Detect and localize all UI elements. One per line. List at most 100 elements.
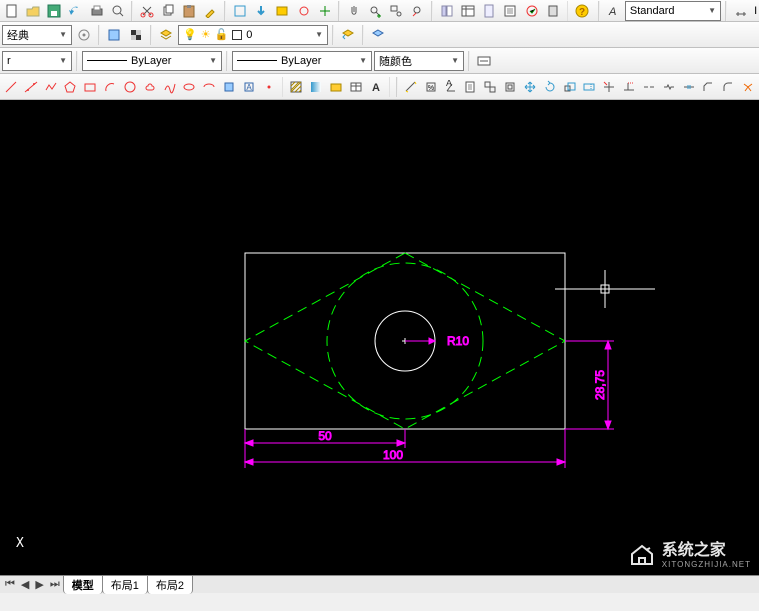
text-style-dropdown[interactable]: Standard ▼ bbox=[625, 1, 721, 21]
hatch-tool-icon[interactable] bbox=[287, 77, 305, 97]
mtext-tool-icon[interactable]: A bbox=[367, 77, 385, 97]
chevron-down-icon: ▼ bbox=[451, 56, 459, 65]
angle-tool-icon[interactable]: A bbox=[442, 77, 460, 97]
print-icon[interactable] bbox=[87, 1, 106, 21]
workspace3-icon[interactable] bbox=[126, 25, 146, 45]
scale-tool-icon[interactable] bbox=[561, 77, 579, 97]
stretch-tool-icon[interactable] bbox=[580, 77, 598, 97]
point-tool-icon[interactable] bbox=[260, 77, 278, 97]
massp-tool-icon[interactable] bbox=[501, 77, 519, 97]
arc-tool-icon[interactable] bbox=[101, 77, 119, 97]
xline-tool-icon[interactable] bbox=[22, 77, 40, 97]
revcloud-tool-icon[interactable] bbox=[141, 77, 159, 97]
linetype-mgr-icon[interactable] bbox=[474, 51, 494, 71]
color-value: r bbox=[7, 55, 11, 67]
match-prop-icon[interactable] bbox=[201, 1, 220, 21]
rectangle-tool-icon[interactable] bbox=[81, 77, 99, 97]
break-tool-icon[interactable] bbox=[640, 77, 658, 97]
move-tool-icon[interactable] bbox=[521, 77, 539, 97]
tool-c-icon[interactable] bbox=[315, 1, 334, 21]
undo-icon[interactable] bbox=[66, 1, 85, 21]
svg-text:A: A bbox=[446, 80, 452, 88]
design-center-icon[interactable] bbox=[458, 1, 477, 21]
insert-block-icon[interactable] bbox=[220, 77, 238, 97]
tab-first-icon[interactable]: ⏮ bbox=[2, 578, 18, 591]
join-tool-icon[interactable] bbox=[680, 77, 698, 97]
chevron-down-icon: ▼ bbox=[359, 56, 367, 65]
lineweight-dropdown[interactable]: ByLayer ▼ bbox=[232, 51, 372, 71]
save-icon[interactable] bbox=[44, 1, 63, 21]
svg-text:A: A bbox=[608, 6, 616, 18]
trim-tool-icon[interactable] bbox=[600, 77, 618, 97]
tab-layout1[interactable]: 布局1 bbox=[102, 575, 148, 594]
area-tool-icon[interactable]: % bbox=[422, 77, 440, 97]
chamfer-tool-icon[interactable] bbox=[699, 77, 717, 97]
distance-tool-icon[interactable] bbox=[402, 77, 420, 97]
dim-style-icon[interactable] bbox=[731, 1, 750, 21]
extend-tool-icon[interactable] bbox=[620, 77, 638, 97]
down-arrow-icon[interactable] bbox=[251, 1, 270, 21]
text-style-icon[interactable]: A bbox=[604, 1, 623, 21]
line-tool-icon[interactable] bbox=[2, 77, 20, 97]
zoom-realtime-icon[interactable] bbox=[366, 1, 385, 21]
ellipse-tool-icon[interactable] bbox=[180, 77, 198, 97]
tool-b-icon[interactable] bbox=[294, 1, 313, 21]
polyline-tool-icon[interactable] bbox=[42, 77, 60, 97]
explode-tool-icon[interactable] bbox=[739, 77, 757, 97]
color-dropdown[interactable]: r ▼ bbox=[2, 51, 72, 71]
pan-icon[interactable] bbox=[344, 1, 363, 21]
rotate-tool-icon[interactable] bbox=[541, 77, 559, 97]
table-tool-icon[interactable] bbox=[347, 77, 365, 97]
fillet-tool-icon[interactable] bbox=[719, 77, 737, 97]
ellipse-arc-tool-icon[interactable] bbox=[200, 77, 218, 97]
layer-state-icon[interactable] bbox=[368, 25, 388, 45]
color-swatch bbox=[232, 30, 242, 40]
markup-icon[interactable] bbox=[522, 1, 541, 21]
sheet-set-icon[interactable] bbox=[501, 1, 520, 21]
tab-prev-icon[interactable]: ◀ bbox=[18, 578, 32, 591]
spline-tool-icon[interactable] bbox=[161, 77, 179, 97]
preview-icon[interactable] bbox=[108, 1, 127, 21]
open-icon[interactable] bbox=[23, 1, 42, 21]
polygon-tool-icon[interactable] bbox=[61, 77, 79, 97]
circle-tool-icon[interactable] bbox=[121, 77, 139, 97]
properties-icon[interactable] bbox=[437, 1, 456, 21]
watermark-sub: XITONGZHIJIA.NET bbox=[662, 560, 751, 569]
tool-a-icon[interactable] bbox=[273, 1, 292, 21]
drawing-canvas[interactable]: R10 50 100 28,75 bbox=[0, 100, 759, 575]
tab-last-icon[interactable]: ⏭ bbox=[47, 578, 63, 591]
tab-layout2[interactable]: 布局2 bbox=[147, 575, 193, 594]
workspace-value: 经典 bbox=[7, 27, 29, 43]
copy-icon[interactable] bbox=[159, 1, 178, 21]
layer-prev-icon[interactable] bbox=[338, 25, 358, 45]
zoom-prev-icon[interactable] bbox=[408, 1, 427, 21]
cut-icon[interactable] bbox=[137, 1, 156, 21]
list-tool-icon[interactable] bbox=[462, 77, 480, 97]
workspace-settings-icon[interactable] bbox=[74, 25, 94, 45]
linetype-dropdown[interactable]: ByLayer ▼ bbox=[82, 51, 222, 71]
region-tool-icon[interactable] bbox=[327, 77, 345, 97]
make-block-icon[interactable]: A bbox=[240, 77, 258, 97]
new-icon[interactable] bbox=[2, 1, 21, 21]
gradient-tool-icon[interactable] bbox=[307, 77, 325, 97]
paste-icon[interactable] bbox=[180, 1, 199, 21]
tool-palette-icon[interactable] bbox=[480, 1, 499, 21]
layer-dropdown[interactable]: 💡 ☀ 🔓 0 ▼ bbox=[178, 25, 328, 45]
help-icon[interactable]: ? bbox=[572, 1, 591, 21]
workspace-dropdown[interactable]: 经典 ▼ bbox=[2, 25, 72, 45]
sun-icon: ☀ bbox=[201, 28, 211, 41]
calc-icon[interactable] bbox=[543, 1, 562, 21]
tab-model[interactable]: 模型 bbox=[63, 575, 103, 594]
workspace2-icon[interactable] bbox=[104, 25, 124, 45]
id-tool-icon[interactable] bbox=[481, 77, 499, 97]
zoom-window-icon[interactable] bbox=[387, 1, 406, 21]
layer-props-icon[interactable] bbox=[156, 25, 176, 45]
break2-tool-icon[interactable] bbox=[660, 77, 678, 97]
block-icon[interactable] bbox=[230, 1, 249, 21]
plotstyle-dropdown[interactable]: 随颜色 ▼ bbox=[374, 51, 464, 71]
line-sample bbox=[87, 60, 127, 61]
coord-prompt: X bbox=[16, 536, 24, 551]
chevron-down-icon: ▼ bbox=[315, 30, 323, 39]
dim-right-text: 28,75 bbox=[593, 370, 607, 400]
tab-next-icon[interactable]: ▶ bbox=[32, 578, 46, 591]
